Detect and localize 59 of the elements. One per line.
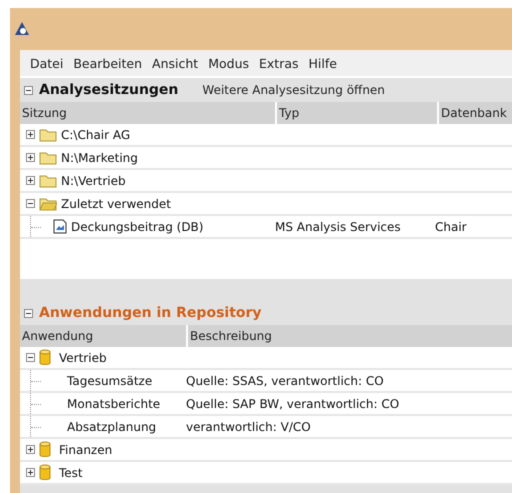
application-name: Monatsberichte (67, 396, 160, 410)
folder-icon (39, 196, 57, 210)
expand-icon[interactable] (26, 468, 35, 477)
session-row[interactable]: Zuletzt verwendet (20, 193, 512, 216)
column-header[interactable]: Datenbank (439, 102, 512, 124)
application-name: Absatzplanung (67, 420, 156, 434)
expand-icon[interactable] (26, 130, 35, 139)
collapse-icon[interactable] (24, 86, 33, 94)
application-row[interactable]: Monatsberichte Quelle: SAP BW, verantwortlich: CO (20, 393, 512, 416)
column-header[interactable]: Anwendung (20, 325, 186, 347)
menu-item[interactable]: Modus (204, 54, 254, 72)
menu-item[interactable]: Datei (26, 54, 68, 72)
collapse-icon[interactable] (26, 199, 35, 208)
column-header[interactable]: Sitzung (20, 102, 275, 124)
application-name: Finanzen (59, 442, 112, 456)
session-name: Deckungsbeitrag (DB) (71, 220, 204, 234)
session-row[interactable]: N:\Marketing (20, 147, 512, 170)
application-row[interactable]: Tagesumsätze Quelle: SSAS, verantwortlich: CO (20, 370, 512, 393)
folder-name: C:\Chair AG (61, 128, 130, 142)
app-logo-icon (14, 21, 30, 37)
collapse-icon[interactable] (26, 353, 35, 362)
session-row[interactable]: N:\Vertrieb (20, 170, 512, 193)
application-row[interactable]: Test (20, 462, 512, 485)
application-row[interactable]: Vertrieb (20, 347, 512, 370)
collapse-icon[interactable] (24, 308, 33, 318)
column-header[interactable]: Beschreibung (188, 325, 512, 347)
application-description: Quelle: SSAS, verantwortlich: CO (186, 374, 385, 388)
session-row[interactable]: Deckungsbeitrag (DB) MS Analysis Services Chair (20, 216, 512, 239)
expand-icon[interactable] (26, 176, 35, 185)
session-database: Chair (435, 220, 468, 234)
application-name: Test (59, 466, 83, 480)
database-icon (39, 441, 51, 458)
session-type: MS Analysis Services (275, 220, 402, 234)
folder-name: N:\Vertrieb (61, 174, 126, 188)
application-description: verantwortlich: V/CO (186, 420, 312, 434)
database-icon (39, 464, 51, 481)
folder-icon (39, 150, 57, 164)
folder-name: Zuletzt verwendet (61, 196, 171, 210)
application-row[interactable]: Absatzplanung verantwortlich: V/CO (20, 416, 512, 439)
session-row[interactable]: C:\Chair AG (20, 124, 512, 147)
menu-item[interactable]: Hilfe (304, 54, 341, 72)
folder-icon (39, 128, 57, 142)
application-name: Tagesumsätze (67, 374, 152, 388)
application-row[interactable]: Finanzen (20, 439, 512, 462)
database-icon (39, 349, 51, 366)
expand-icon[interactable] (26, 153, 35, 162)
column-header[interactable]: Typ (277, 102, 437, 124)
menu-item[interactable]: Bearbeiten (69, 54, 146, 72)
section-title: Anwendungen in Repository (39, 305, 262, 321)
report-icon (53, 219, 67, 234)
expand-icon[interactable] (26, 445, 35, 454)
application-name: Vertrieb (59, 350, 107, 364)
menu-item[interactable]: Ansicht (148, 54, 202, 72)
section-title: Analysesitzungen (39, 82, 178, 98)
folder-icon (39, 174, 57, 188)
application-description: Quelle: SAP BW, verantwortlich: CO (186, 396, 400, 410)
menu-item[interactable]: Extras (255, 54, 303, 72)
open-session-link[interactable]: Weitere Analysesitzung öffnen (202, 83, 385, 97)
folder-name: N:\Marketing (61, 150, 138, 164)
